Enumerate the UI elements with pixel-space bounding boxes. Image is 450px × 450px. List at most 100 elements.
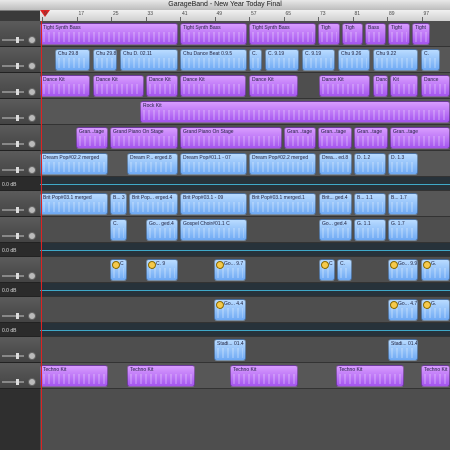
pan-knob-icon[interactable] — [28, 312, 36, 320]
volume-automation-lane[interactable] — [40, 177, 450, 191]
midi-region[interactable]: Techno Kit — [421, 365, 450, 387]
volume-automation-lane[interactable] — [40, 323, 450, 337]
midi-region[interactable]: Dance Kit — [319, 75, 370, 97]
audio-region[interactable]: Chu 9.22 — [373, 49, 418, 71]
pan-knob-icon[interactable] — [28, 114, 36, 122]
slider-thumb[interactable] — [16, 273, 19, 279]
track-lane[interactable]: Dance Kit Dance Kit Dance Kit Dance Kit Danc… — [40, 73, 450, 99]
track-lane[interactable]: Go... 4.4 Go... 4.7 G. — [40, 297, 450, 323]
midi-region[interactable]: Dance — [421, 75, 450, 97]
track-volume-slider[interactable] — [2, 141, 24, 147]
midi-region[interactable]: Rock Kit — [140, 101, 450, 123]
tracks-area[interactable]: Tight Synth Bass Tight Synth Bass Tight Sy… — [40, 21, 450, 450]
midi-region[interactable]: Dance — [373, 75, 388, 97]
track-lane[interactable]: C C. 9 Go... 9.7 C C. Go... 9.9 G. — [40, 257, 450, 283]
track-volume-slider[interactable] — [2, 273, 24, 279]
track-header[interactable] — [0, 151, 40, 177]
audio-region[interactable]: Dream Pop#02.2 merged — [40, 153, 108, 175]
audio-region[interactable]: Brit Pop#03.1 - 09 — [180, 193, 247, 215]
pan-knob-icon[interactable] — [28, 140, 36, 148]
track-volume-slider[interactable] — [2, 379, 24, 385]
track-volume-slider[interactable] — [2, 63, 24, 69]
pan-knob-icon[interactable] — [28, 272, 36, 280]
track-volume-slider[interactable] — [2, 233, 24, 239]
slider-thumb[interactable] — [16, 63, 19, 69]
audio-region[interactable]: Dream Pop#02.2 merged — [249, 153, 316, 175]
midi-region[interactable]: Gran...tage — [76, 127, 108, 149]
midi-region[interactable]: Tight Synth Bass — [180, 23, 247, 45]
volume-curve-line[interactable] — [40, 329, 450, 331]
volume-automation-header[interactable]: 0.0 dB — [0, 283, 40, 297]
midi-region[interactable]: Dance Kit — [249, 75, 298, 97]
audio-region[interactable]: Stadi... 01.4 — [388, 339, 418, 361]
track-volume-slider[interactable] — [2, 167, 24, 173]
audio-region[interactable]: C. — [421, 49, 440, 71]
slider-thumb[interactable] — [16, 233, 19, 239]
track-volume-slider[interactable] — [2, 207, 24, 213]
midi-region[interactable]: Dance Kit — [40, 75, 90, 97]
volume-automation-lane[interactable] — [40, 283, 450, 297]
volume-curve-line[interactable] — [40, 289, 450, 291]
audio-region[interactable]: Go... 4.4 — [214, 299, 246, 321]
audio-region[interactable]: Gospel Choir#01.1 C — [180, 219, 247, 241]
audio-region[interactable]: G. — [421, 259, 450, 281]
pan-knob-icon[interactable] — [28, 166, 36, 174]
track-lane[interactable]: C. Go... ged.4 Gospel Choir#01.1 C Go... ge… — [40, 217, 450, 243]
audio-region[interactable]: Drea... ed.8 — [319, 153, 352, 175]
track-lane[interactable]: Tight Synth Bass Tight Synth Bass Tight Sy… — [40, 21, 450, 47]
audio-region[interactable]: Brit Pop#03.1 merged — [40, 193, 108, 215]
audio-region[interactable]: G. 1.7 — [388, 219, 418, 241]
midi-region[interactable]: Grand Piano On Stage — [180, 127, 282, 149]
midi-region[interactable]: Tight — [388, 23, 410, 45]
track-lane[interactable]: Chu 29.8 Chu 29.8 Chu D. 02.11 Chu Dance Be… — [40, 47, 450, 73]
midi-region[interactable]: Tigh — [318, 23, 340, 45]
slider-thumb[interactable] — [16, 167, 19, 173]
audio-region[interactable]: C — [110, 259, 127, 281]
track-volume-slider[interactable] — [2, 353, 24, 359]
midi-region[interactable]: Kit — [390, 75, 418, 97]
audio-region[interactable]: Chu D. 02.11 — [120, 49, 178, 71]
midi-region[interactable]: Bass — [365, 23, 386, 45]
track-volume-slider[interactable] — [2, 89, 24, 95]
pan-knob-icon[interactable] — [28, 378, 36, 386]
volume-automation-header[interactable]: 0.0 dB — [0, 177, 40, 191]
track-lane[interactable]: Rock Kit — [40, 99, 450, 125]
audio-region[interactable]: Go... 9.7 — [214, 259, 246, 281]
slider-thumb[interactable] — [16, 353, 19, 359]
slider-thumb[interactable] — [16, 115, 19, 121]
pan-knob-icon[interactable] — [28, 352, 36, 360]
audio-region[interactable]: Chu Dance Beat 0.9.5 — [180, 49, 247, 71]
track-header[interactable] — [0, 21, 40, 47]
audio-region[interactable]: C. 9.19 — [302, 49, 335, 71]
track-lane[interactable]: Stadi... 01.4 Stadi... 01.4 — [40, 337, 450, 363]
volume-automation-lane[interactable] — [40, 243, 450, 257]
midi-region[interactable]: Dance Kit — [180, 75, 246, 97]
slider-thumb[interactable] — [16, 37, 19, 43]
midi-region[interactable]: Gran...tage — [354, 127, 388, 149]
audio-region[interactable]: D. 1.2 — [354, 153, 386, 175]
track-volume-slider[interactable] — [2, 313, 24, 319]
track-header[interactable] — [0, 99, 40, 125]
track-header[interactable] — [0, 73, 40, 99]
audio-region[interactable]: B... 1.1 — [354, 193, 386, 215]
track-header[interactable] — [0, 337, 40, 363]
audio-region[interactable]: Dream P... erged.8 — [127, 153, 178, 175]
audio-region[interactable]: Go... ged.4 — [146, 219, 178, 241]
audio-region[interactable]: Go... 4.7 — [388, 299, 418, 321]
volume-automation-header[interactable]: 0.0 dB — [0, 323, 40, 337]
midi-region[interactable]: Techno Kit — [230, 365, 298, 387]
track-lane[interactable]: Brit Pop#03.1 merged B... 3 Brit Pop... er… — [40, 191, 450, 217]
audio-region[interactable]: Stadi... 01.4 — [214, 339, 246, 361]
slider-thumb[interactable] — [16, 141, 19, 147]
midi-region[interactable]: Techno Kit — [127, 365, 195, 387]
midi-region[interactable]: Grand Piano On Stage — [110, 127, 178, 149]
midi-region[interactable]: Gran...tage — [318, 127, 352, 149]
track-lane[interactable]: Gran...tage Grand Piano On Stage Grand Pia… — [40, 125, 450, 151]
slider-thumb[interactable] — [16, 207, 19, 213]
playhead-line[interactable] — [41, 21, 42, 450]
track-header[interactable] — [0, 47, 40, 73]
pan-knob-icon[interactable] — [28, 88, 36, 96]
pan-knob-icon[interactable] — [28, 62, 36, 70]
track-header[interactable] — [0, 217, 40, 243]
audio-region[interactable]: Chu 29.8 — [55, 49, 90, 71]
